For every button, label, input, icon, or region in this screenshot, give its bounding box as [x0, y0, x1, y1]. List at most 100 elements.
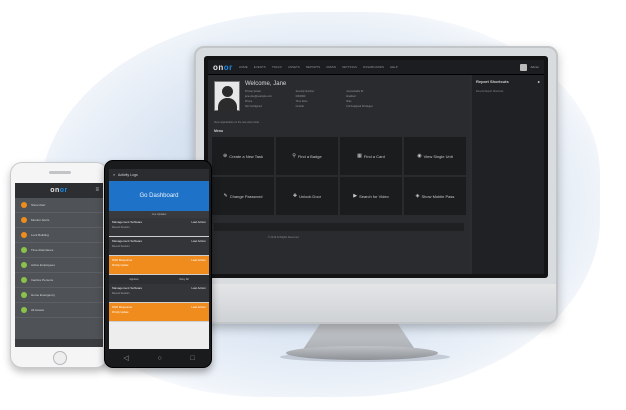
profile-field: Full Assigned Privileges: [346, 105, 373, 108]
person-head-icon: [222, 86, 233, 97]
profile-field: Role: [346, 100, 352, 103]
nav-reports[interactable]: Reports: [306, 65, 320, 69]
activity-card[interactable]: Management Software Last Action Recent Se…: [109, 237, 209, 256]
profile-name: Welcome, Jane: [245, 81, 287, 87]
mobile-icon: ◈: [415, 193, 420, 199]
profile-field: Accountable ID: [346, 90, 364, 93]
person-icon: ✚: [292, 193, 298, 199]
profile-field: 0000000: [295, 95, 306, 98]
list-item[interactable]: Monitor Alerts: [15, 213, 103, 228]
tile-find-card[interactable]: ▦ Find a Card: [340, 137, 402, 175]
activity-card[interactable]: Management Software Last Action Recent Se…: [109, 218, 209, 237]
home-icon[interactable]: ○: [157, 355, 161, 362]
expand-icon[interactable]: ▸: [538, 79, 540, 84]
list-item[interactable]: All Assets: [15, 303, 103, 318]
profile-field: Time Zone: [295, 100, 308, 103]
tile-find-badge[interactable]: ⚲ Find a Badge: [276, 137, 338, 175]
nav-track[interactable]: Track: [272, 65, 282, 69]
avatar: [520, 63, 528, 71]
profile-field: Central: [295, 105, 304, 108]
status-dot-icon: [21, 217, 27, 223]
tile-mobile-pass[interactable]: ◈ Show Mobile Pass: [404, 177, 466, 215]
status-dot-icon: [21, 232, 27, 238]
person-body-icon: [218, 98, 237, 111]
search-icon: ⚲: [292, 153, 296, 159]
desktop-monitor: onor Home Events Track Assets Reports Ad…: [194, 46, 558, 324]
video-icon: ▶: [353, 193, 358, 199]
activity-card-alert[interactable]: Shift Response Last Action Priority Updat…: [109, 303, 209, 322]
phone-speaker: [49, 171, 71, 174]
profile-photo-placeholder: [214, 81, 240, 111]
list-item[interactable]: Lock Building: [15, 228, 103, 243]
hamburger-menu-icon[interactable]: ≡: [95, 187, 99, 193]
profile-section: Welcome, Jane Primary Email Security Num…: [214, 81, 395, 111]
white-phone-screen: onor ≡ Show Alert Monitor Alerts Lock Bu…: [15, 183, 103, 339]
tile-change-password[interactable]: ✎ Change Password: [212, 177, 274, 215]
profile-field: Phone: [245, 100, 253, 103]
eye-icon: ◉: [417, 153, 422, 159]
list-item[interactable]: Active Employees: [15, 258, 103, 273]
status-dot-icon: [21, 247, 27, 253]
desktop-screen: onor Home Events Track Assets Reports Ad…: [208, 60, 544, 274]
nav-settings[interactable]: Settings: [342, 65, 357, 69]
list-item[interactable]: Show Alert: [15, 198, 103, 213]
nav-assets[interactable]: Assets: [288, 65, 300, 69]
android-phone: ≡ Activity Logs Go Dashboard Live Updates…: [104, 160, 212, 368]
nav-help[interactable]: Help: [390, 65, 398, 69]
action-buttons: Approve Deny All: [109, 275, 209, 284]
panel-title: Report Shortcuts ▸: [476, 79, 540, 84]
profile-fields: Primary Email Security Number Accountabl…: [245, 90, 395, 108]
profile-field: Primary Email: [245, 90, 261, 93]
user-name: Admin: [530, 65, 539, 69]
nav-dashboards[interactable]: Dashboards: [363, 65, 384, 69]
top-navbar: onor Home Events Track Assets Reports Ad…: [208, 60, 544, 75]
tile-create-task[interactable]: ⊕ Create a New Task: [212, 137, 274, 175]
app-logo[interactable]: onor: [213, 63, 233, 72]
approve-button[interactable]: Approve: [129, 278, 138, 281]
home-button[interactable]: [53, 351, 67, 365]
profile-note-link[interactable]: View organization on the new web portal: [214, 121, 259, 124]
activity-card-alert[interactable]: Shift Response Last Action Priority Updat…: [109, 256, 209, 275]
nav-home[interactable]: Home: [239, 65, 248, 69]
android-nav-bar: ◁ ○ □: [109, 351, 209, 365]
white-phone-tabbar: [15, 339, 103, 347]
nav-events[interactable]: Events: [254, 65, 266, 69]
menu-icon[interactable]: ≡: [113, 173, 115, 177]
dashboard-main: Welcome, Jane Primary Email Security Num…: [208, 75, 470, 274]
product-showcase: onor Home Events Track Assets Reports Ad…: [0, 0, 626, 410]
list-item[interactable]: Inactive Persons: [15, 273, 103, 288]
tile-search-video[interactable]: ▶ Search for Video: [340, 177, 402, 215]
app-logo: onor: [50, 187, 68, 194]
profile-field: Not Configured: [245, 105, 262, 108]
panel-line[interactable]: Recent Report Shortcuts: [476, 90, 540, 93]
recents-icon[interactable]: □: [190, 355, 194, 362]
android-phone-screen: ≡ Activity Logs Go Dashboard Live Updates…: [109, 169, 209, 349]
card-icon: ▦: [357, 153, 362, 159]
list-item[interactable]: Home Emergency: [15, 288, 103, 303]
list-item[interactable]: Time Attendance: [15, 243, 103, 258]
deny-button[interactable]: Deny All: [179, 278, 188, 281]
status-dot-icon: [21, 307, 27, 313]
menu-tiles: ⊕ Create a New Task ⚲ Find a Badge ▦ Find a…: [212, 137, 466, 215]
tile-view-unit[interactable]: ◉ View Single Unit: [404, 137, 466, 175]
footer-text: © 2019 All Rights Reserved: [268, 236, 299, 239]
status-dot-icon: [21, 277, 27, 283]
nav-admin[interactable]: Admin: [326, 65, 336, 69]
plus-circle-icon: ⊕: [223, 153, 228, 159]
tile-unlock-door[interactable]: ✚ Unlock Door: [276, 177, 338, 215]
monitor-bezel: onor Home Events Track Assets Reports Ad…: [204, 56, 548, 278]
white-phone-header: onor ≡: [15, 183, 103, 198]
live-updates-label: Live Updates: [109, 211, 209, 218]
activity-header: ≡ Activity Logs: [109, 169, 209, 181]
pencil-icon: ✎: [223, 193, 228, 199]
status-dot-icon: [21, 292, 27, 298]
profile-field: Enabled: [346, 95, 356, 98]
report-shortcuts-panel: Report Shortcuts ▸ Recent Report Shortcut…: [472, 75, 544, 274]
dashboard-hero-button[interactable]: Go Dashboard: [109, 181, 209, 211]
footer-strip: [214, 223, 464, 231]
back-icon[interactable]: ◁: [123, 354, 128, 362]
status-dot-icon: [21, 262, 27, 268]
user-menu[interactable]: Admin: [520, 63, 539, 71]
activity-card[interactable]: Management Software Last Action Recent Se…: [109, 284, 209, 303]
profile-field: Security Number: [295, 90, 315, 93]
